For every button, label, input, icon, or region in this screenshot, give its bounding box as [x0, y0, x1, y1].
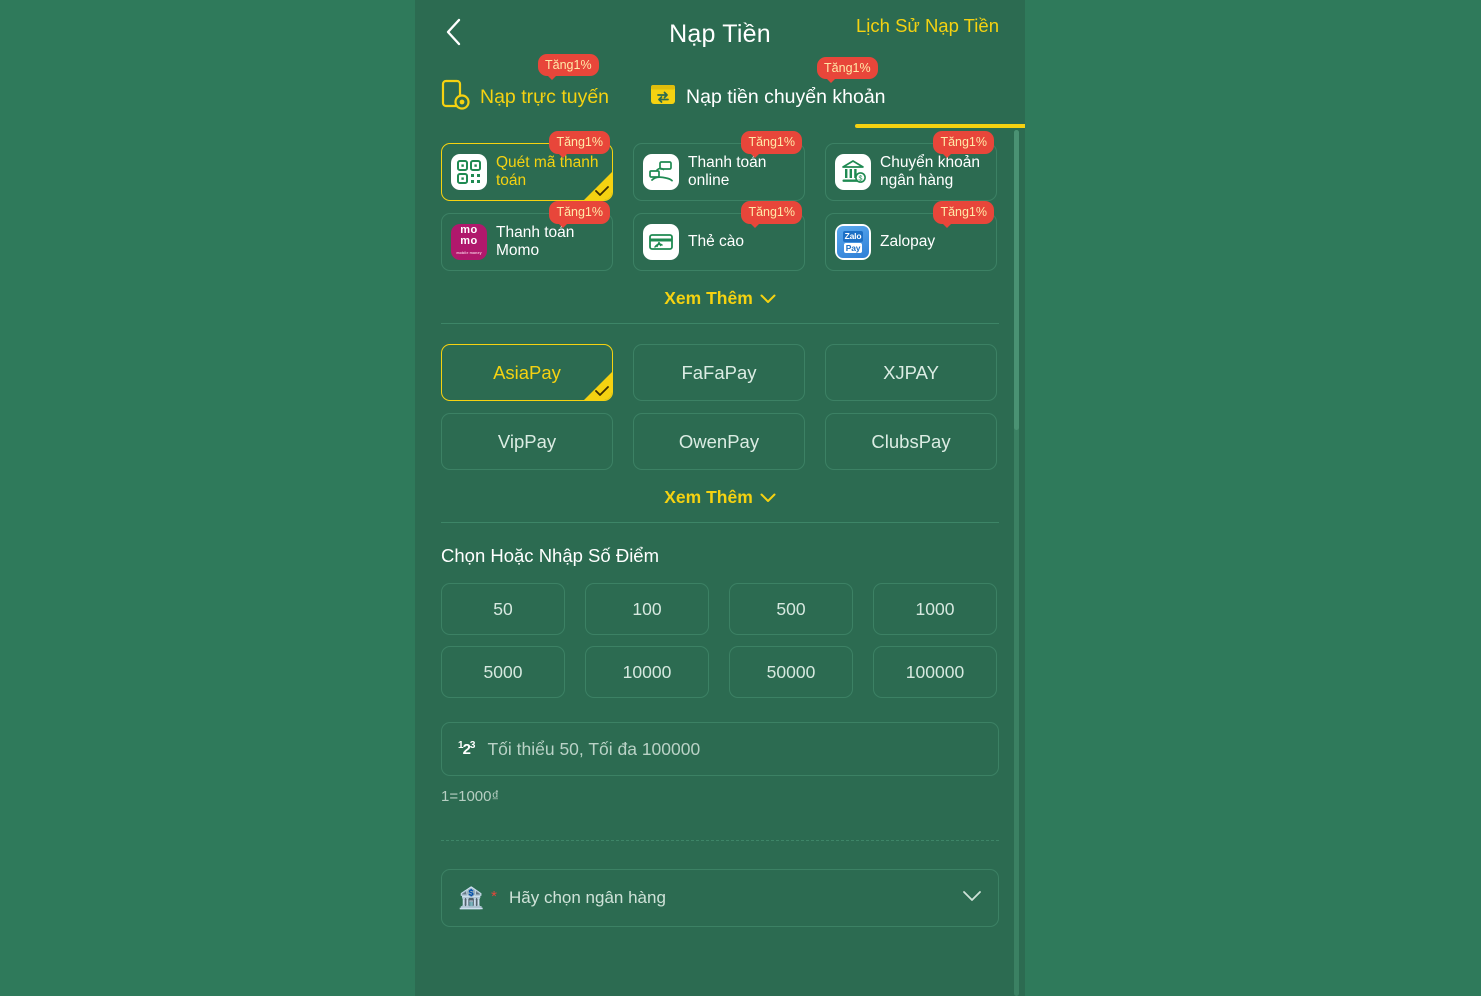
bank-building-icon: $	[835, 154, 871, 190]
method-the-cao[interactable]: Thẻ cào Tăng1%	[633, 201, 805, 271]
chevron-down-icon	[962, 889, 982, 907]
method-thanh-toan-momo[interactable]: mo mo mobile money Thanh toán Momo Tăng1%	[441, 201, 613, 271]
bank-classical-icon: 🏦	[458, 886, 485, 910]
provider-label: AsiaPay	[493, 361, 561, 383]
method-bonus-badge: Tăng1%	[933, 131, 994, 157]
amount-option[interactable]: 50	[441, 583, 565, 635]
amount-option[interactable]: 10000	[585, 646, 709, 698]
bank-select-placeholder: Hãy chọn ngân hàng	[509, 888, 666, 907]
provider-label: OwenPay	[678, 430, 760, 452]
provider-clubspay[interactable]: ClubsPay	[825, 413, 997, 470]
tab-nap-truc-tuyen[interactable]: Nạp trực tuyến Tăng1%	[441, 53, 610, 118]
amount-options-grid: 50 100 500 1000 5000 10000 50000 100000	[415, 567, 1025, 698]
screen: Nạp Tiền Lịch Sử Nạp Tiền Nạp trực tuyến…	[0, 0, 1481, 996]
method-chuyen-khoan-ngan-hang[interactable]: $ Chuyển khoản ngân hàng Tăng1%	[825, 131, 997, 201]
amount-option[interactable]: 1000	[873, 583, 997, 635]
mobile-topup-icon	[441, 79, 471, 116]
see-more-label: Xem Thêm	[664, 288, 753, 308]
method-zalopay[interactable]: Zalo Pay Zalopay Tăng1%	[825, 201, 997, 271]
hand-money-icon	[643, 154, 679, 190]
amount-input-placeholder: Tối thiểu 50, Tối đa 100000	[487, 738, 701, 759]
scratch-card-icon	[643, 224, 679, 260]
tab-bonus-badge: Tăng1%	[538, 53, 599, 80]
zalopay-logo-icon: Zalo Pay	[835, 224, 871, 260]
scrollbar[interactable]	[1014, 130, 1019, 996]
method-bonus-badge: Tăng1%	[933, 201, 994, 227]
amount-section-title: Chọn Hoặc Nhập Số Điểm	[441, 545, 659, 566]
exchange-rate-note: 1=1000₫	[441, 788, 500, 805]
svg-text:$: $	[859, 175, 863, 182]
dashed-divider	[441, 840, 999, 841]
method-label: Zalopay	[880, 232, 936, 250]
app-header: Nạp Tiền Lịch Sử Nạp Tiền	[415, 0, 1025, 66]
selected-check-icon	[584, 372, 612, 400]
provider-xjpay[interactable]: XJPAY	[825, 344, 997, 401]
app-viewport: Nạp Tiền Lịch Sử Nạp Tiền Nạp trực tuyến…	[415, 0, 1025, 996]
provider-label: ClubsPay	[871, 430, 951, 452]
see-more-label: Xem Thêm	[664, 487, 753, 507]
bank-select-dropdown[interactable]: 🏦 * Hãy chọn ngân hàng	[441, 869, 999, 927]
amount-option[interactable]: 50000	[729, 646, 853, 698]
provider-asiapay[interactable]: AsiaPay	[441, 344, 613, 401]
selected-check-icon	[584, 172, 612, 200]
provider-owenpay[interactable]: OwenPay	[633, 413, 805, 470]
chevron-down-icon	[760, 288, 776, 309]
tab-bonus-badge: Tăng1%	[817, 56, 878, 83]
amount-option[interactable]: 500	[729, 583, 853, 635]
momo-logo-icon: mo mo mobile money	[451, 224, 487, 260]
method-label: Thẻ cào	[688, 232, 745, 250]
deposit-type-tabs: Nạp trực tuyến Tăng1% Nạp tiền chuyển kh…	[415, 53, 1025, 130]
tab-nap-tien-chuyen-khoan[interactable]: Nạp tiền chuyển khoản Tăng1%	[649, 56, 886, 115]
scrollbar-thumb[interactable]	[1014, 130, 1019, 430]
tab-label: Nạp tiền chuyển khoản	[686, 85, 886, 108]
method-quet-ma-thanh-toan[interactable]: Quét mã thanh toán Tăng1%	[441, 131, 613, 201]
qr-code-icon	[451, 154, 487, 190]
provider-vippay[interactable]: VipPay	[441, 413, 613, 470]
method-bonus-badge: Tăng1%	[741, 131, 802, 157]
provider-label: FaFaPay	[681, 361, 757, 383]
transfer-card-icon	[649, 82, 677, 113]
method-label: Chuyển khoản ngân hàng	[880, 153, 980, 189]
required-asterisk: *	[491, 887, 497, 905]
see-more-providers-button[interactable]: Xem Thêm	[415, 470, 1025, 522]
payment-provider-grid: AsiaPay FaFaPay XJPAY VipPay OwenPay Clu…	[415, 324, 1025, 470]
deposit-history-link[interactable]: Lịch Sử Nạp Tiền	[856, 15, 999, 37]
amount-option[interactable]: 100	[585, 583, 709, 635]
numeric-123-icon: 123	[458, 740, 475, 758]
method-bonus-badge: Tăng1%	[741, 201, 802, 227]
amount-option[interactable]: 100000	[873, 646, 997, 698]
provider-label: XJPAY	[883, 361, 939, 383]
provider-label: VipPay	[497, 430, 557, 452]
amount-option[interactable]: 5000	[441, 646, 565, 698]
active-tab-indicator	[855, 124, 1025, 128]
method-thanh-toan-online[interactable]: Thanh toán online Tăng1%	[633, 131, 805, 201]
method-bonus-badge: Tăng1%	[549, 131, 610, 157]
tab-label: Nạp trực tuyến	[480, 85, 610, 108]
amount-input-field[interactable]: 123 Tối thiểu 50, Tối đa 100000	[441, 722, 999, 776]
provider-fafapay[interactable]: FaFaPay	[633, 344, 805, 401]
method-label: Thanh toán Momo	[496, 223, 575, 259]
see-more-methods-button[interactable]: Xem Thêm	[415, 271, 1025, 323]
method-bonus-badge: Tăng1%	[549, 201, 610, 227]
method-label: Thanh toán online	[688, 153, 767, 189]
payment-method-grid: Quét mã thanh toán Tăng1% Thanh toán onl…	[415, 130, 1025, 271]
chevron-down-icon	[760, 487, 776, 508]
